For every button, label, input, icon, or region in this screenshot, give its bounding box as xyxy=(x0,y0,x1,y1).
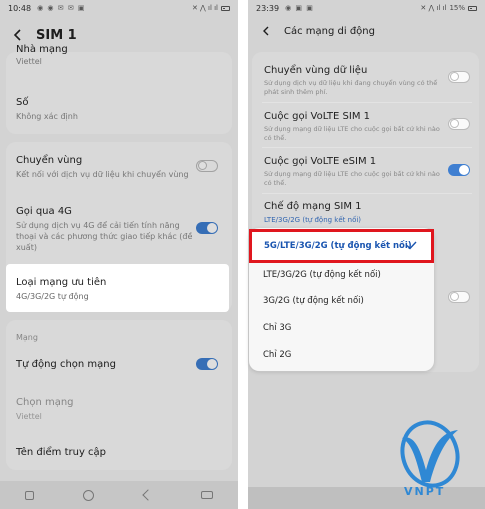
pref-title: Loại mạng ưu tiên xyxy=(16,277,107,288)
selected-option-label: 5G/LTE/3G/2G (tự động kết nối) xyxy=(264,241,412,251)
check-icon xyxy=(406,241,417,250)
pref-title: Cuộc gọi VoLTE eSIM 1 xyxy=(264,156,377,167)
pref-volte-sim1[interactable]: Cuộc gọi VoLTE SIM 1 Sử dụng mạng dữ liệ… xyxy=(264,110,445,143)
divider xyxy=(262,102,472,103)
pref-summary: 4G/3G/2G tự động xyxy=(16,292,89,301)
preferred-network-text: Loại mạng ưu tiên 4G/3G/2G tự động xyxy=(16,276,106,302)
data-roaming-toggle[interactable] xyxy=(448,71,470,83)
hidden-toggle[interactable] xyxy=(448,291,470,303)
pref-title: Chế độ mạng SIM 1 xyxy=(264,201,362,212)
menu-option-selected[interactable]: 5G/LTE/3G/2G (tự động kết nối) xyxy=(249,229,434,263)
divider xyxy=(262,147,472,148)
dim-overlay xyxy=(0,0,238,509)
pref-volte-esim1[interactable]: Cuộc gọi VoLTE eSIM 1 Sử dụng mạng dữ li… xyxy=(264,155,445,188)
menu-option[interactable]: Chỉ 2G xyxy=(263,350,291,360)
pref-summary: Sử dụng mạng dữ liệu LTE cho cuộc gọi bấ… xyxy=(264,170,440,187)
sim1-settings-screen: 10:48 ◉ ◉ ✉ ✉ ▣ ✕ ⋀ ıl ıl SIM 1 Nhà mạng… xyxy=(0,0,238,509)
menu-option[interactable]: Chỉ 3G xyxy=(263,323,291,333)
pref-network-mode[interactable]: Chế độ mạng SIM 1 LTE/3G/2G (tự động kết… xyxy=(264,200,465,226)
pref-summary: Sử dụng mạng dữ liệu LTE cho cuộc gọi bấ… xyxy=(264,125,440,142)
pref-preferred-network-highlighted[interactable]: Loại mạng ưu tiên 4G/3G/2G tự động xyxy=(6,264,229,312)
vnpt-logo-text: VNPT xyxy=(404,485,446,498)
pref-summary: LTE/3G/2G (tự động kết nối) xyxy=(264,216,362,224)
menu-option[interactable]: 3G/2G (tự động kết nối) xyxy=(263,296,364,306)
menu-option[interactable]: LTE/3G/2G (tự động kết nối) xyxy=(263,270,381,280)
divider xyxy=(262,193,472,194)
pref-title: Chuyển vùng dữ liệu xyxy=(264,65,368,76)
pref-summary: Sử dụng dịch vụ dữ liệu khi đang chuyển … xyxy=(264,79,438,96)
pref-title: Cuộc gọi VoLTE SIM 1 xyxy=(264,111,370,122)
volte-sim1-toggle[interactable] xyxy=(448,118,470,130)
pref-data-roaming[interactable]: Chuyển vùng dữ liệu Sử dụng dịch vụ dữ l… xyxy=(264,64,445,97)
volte-esim1-toggle[interactable] xyxy=(448,164,470,176)
